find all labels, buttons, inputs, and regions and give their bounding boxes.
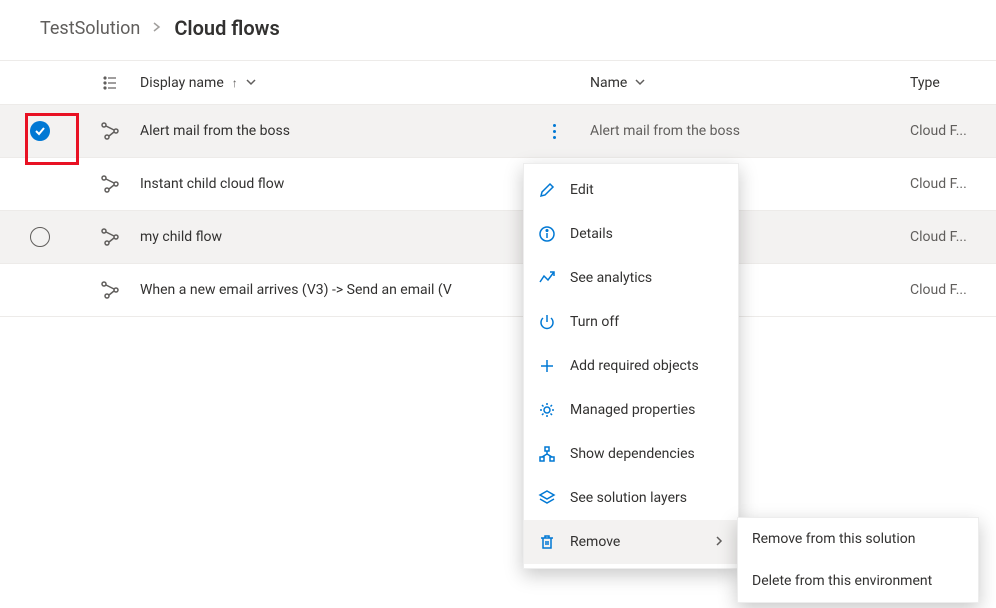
row-display-name[interactable]: Alert mail from the boss — [140, 123, 530, 139]
row-name: Alert mail from the boss — [590, 123, 910, 139]
plus-icon — [538, 357, 556, 375]
column-header-name[interactable]: Name — [590, 75, 910, 91]
menu-item-add-required-objects[interactable]: Add required objects — [524, 344, 738, 388]
chevron-down-icon[interactable] — [246, 76, 256, 90]
row-type: Cloud F... — [910, 282, 996, 298]
menu-item-edit[interactable]: Edit — [524, 168, 738, 212]
flow-icon — [80, 121, 140, 141]
breadcrumb: TestSolution Cloud flows — [0, 0, 996, 60]
menu-item-show-dependencies[interactable]: Show dependencies — [524, 432, 738, 476]
power-icon — [538, 313, 556, 331]
column-header-display-name[interactable]: Display name ↑ — [140, 75, 530, 91]
trash-icon — [538, 533, 556, 551]
menu-item-see-analytics[interactable]: See analytics — [524, 256, 738, 300]
row-context-menu: Edit Details See analytics Turn off Add … — [523, 163, 739, 569]
table-row[interactable]: Instant child cloud flow Cloud F... — [0, 158, 996, 211]
chevron-right-icon — [152, 20, 162, 36]
breadcrumb-parent[interactable]: TestSolution — [40, 18, 140, 39]
table-row[interactable]: When a new email arrives (V3) -> Send an… — [0, 264, 996, 317]
menu-item-remove[interactable]: Remove — [524, 520, 738, 564]
dependency-icon — [538, 445, 556, 463]
menu-item-managed-properties[interactable]: Managed properties — [524, 388, 738, 432]
info-icon — [538, 225, 556, 243]
breadcrumb-current: Cloud flows — [174, 16, 279, 40]
submenu-delete-from-environment[interactable]: Delete from this environment — [738, 560, 978, 602]
pencil-icon — [538, 181, 556, 199]
remove-submenu: Remove from this solution Delete from th… — [737, 517, 979, 603]
gear-icon — [538, 401, 556, 419]
row-actions-button[interactable] — [544, 119, 564, 143]
flow-icon — [80, 227, 140, 247]
table-header-row: Display name ↑ Name Type — [0, 61, 996, 105]
chevron-down-icon[interactable] — [635, 76, 645, 90]
row-type: Cloud F... — [910, 123, 996, 139]
table-row[interactable]: my child flow Cloud F... — [0, 211, 996, 264]
flow-icon — [80, 280, 140, 300]
row-display-name[interactable]: When a new email arrives (V3) -> Send an… — [140, 282, 530, 298]
row-type: Cloud F... — [910, 229, 996, 245]
row-display-name[interactable]: my child flow — [140, 229, 530, 245]
table-row[interactable]: Alert mail from the boss Alert mail from… — [0, 105, 996, 158]
row-type: Cloud F... — [910, 176, 996, 192]
sort-ascending-icon: ↑ — [232, 76, 238, 90]
submenu-remove-from-solution[interactable]: Remove from this solution — [738, 518, 978, 560]
column-header-type[interactable]: Type — [910, 75, 996, 91]
analytics-icon — [538, 269, 556, 287]
flow-icon — [80, 174, 140, 194]
menu-item-details[interactable]: Details — [524, 212, 738, 256]
flows-table: Display name ↑ Name Type — [0, 60, 996, 317]
row-checkbox-checked[interactable] — [30, 121, 50, 141]
menu-item-turn-off[interactable]: Turn off — [524, 300, 738, 344]
row-display-name[interactable]: Instant child cloud flow — [140, 176, 530, 192]
layers-icon — [538, 489, 556, 507]
row-checkbox[interactable] — [30, 227, 50, 247]
list-view-icon[interactable] — [80, 75, 140, 91]
chevron-right-icon — [714, 535, 724, 549]
menu-item-see-solution-layers[interactable]: See solution layers — [524, 476, 738, 520]
